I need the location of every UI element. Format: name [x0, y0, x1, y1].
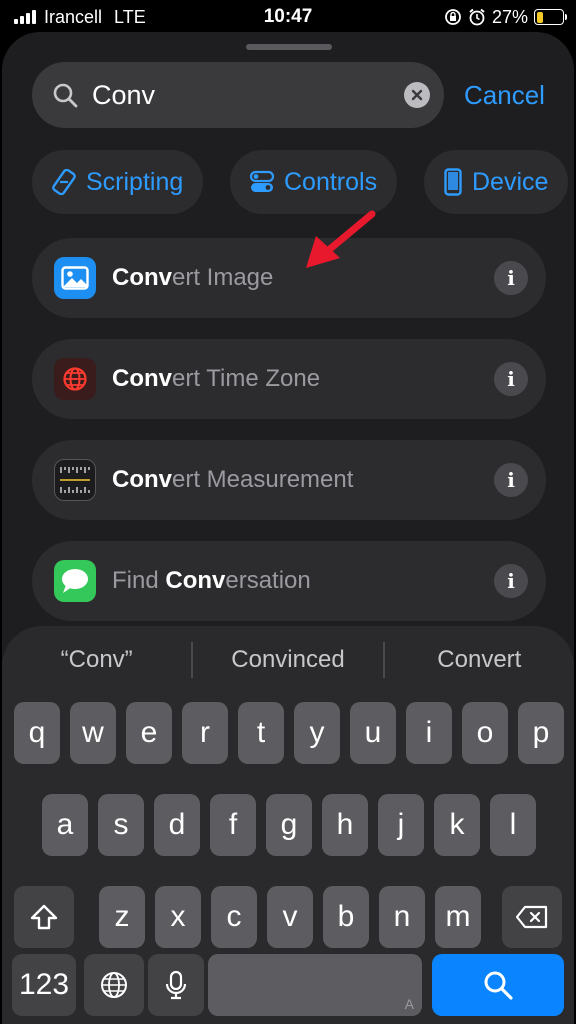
space-key[interactable]: A [208, 954, 422, 1016]
result-find-conversation[interactable]: Find Conversation i [32, 541, 546, 621]
info-button[interactable]: i [494, 564, 528, 598]
delete-key[interactable] [502, 886, 562, 948]
key-p[interactable]: p [518, 702, 564, 764]
key-k[interactable]: k [434, 794, 480, 856]
chip-device[interactable]: Device [424, 150, 569, 214]
key-h[interactable]: h [322, 794, 368, 856]
lock-rotation-icon [444, 8, 462, 26]
status-left: Irancell LTE [14, 7, 146, 28]
key-x[interactable]: x [155, 886, 201, 948]
key-u[interactable]: u [350, 702, 396, 764]
key-w[interactable]: w [70, 702, 116, 764]
search-input[interactable]: Conv [92, 80, 404, 111]
microphone-icon [165, 970, 187, 1000]
key-f[interactable]: f [210, 794, 256, 856]
backspace-icon [515, 905, 548, 929]
search-field[interactable]: Conv [32, 62, 444, 128]
suggestion-item[interactable]: “Conv” [2, 646, 191, 674]
search-key[interactable] [432, 954, 564, 1016]
key-l[interactable]: l [490, 794, 536, 856]
device-icon [444, 168, 462, 196]
key-v[interactable]: v [267, 886, 313, 948]
battery-percent: 27% [491, 6, 528, 27]
key-m[interactable]: m [435, 886, 481, 948]
controls-icon [250, 170, 274, 194]
ruler-icon [54, 459, 96, 501]
photo-icon [54, 257, 96, 299]
key-a[interactable]: a [42, 794, 88, 856]
close-icon [411, 89, 423, 101]
network-type: LTE [114, 6, 146, 27]
result-convert-time-zone[interactable]: Convert Time Zone i [32, 339, 546, 419]
suggestion-item[interactable]: Convert [385, 646, 574, 674]
clear-search-button[interactable] [404, 82, 430, 108]
info-button[interactable]: i [494, 362, 528, 396]
numbers-key[interactable]: 123 [12, 954, 76, 1016]
battery-charging-icon [534, 9, 568, 25]
chip-controls[interactable]: Controls [230, 150, 398, 214]
suggestion-item[interactable]: Convinced [193, 646, 382, 674]
key-q[interactable]: q [14, 702, 60, 764]
battery-level [536, 11, 544, 23]
info-button[interactable]: i [494, 261, 528, 295]
key-b[interactable]: b [323, 886, 369, 948]
chip-device-label: Device [472, 167, 549, 196]
key-z[interactable]: z [99, 886, 145, 948]
key-g[interactable]: g [266, 794, 312, 856]
globe-icon [101, 972, 127, 998]
search-icon [52, 82, 78, 108]
result-title: Find Conversation [112, 567, 311, 594]
key-y[interactable]: y [294, 702, 340, 764]
key-c[interactable]: c [211, 886, 257, 948]
cancel-button[interactable]: Cancel [464, 80, 545, 111]
annotation-arrow-icon [306, 210, 376, 268]
scripting-icon [52, 169, 76, 195]
suggestion-bar: “Conv” Convinced Convert [2, 640, 574, 680]
result-title: Convert Measurement [112, 466, 354, 493]
status-right: 27% [444, 6, 568, 28]
globe-icon [54, 358, 96, 400]
dictation-key[interactable] [148, 954, 204, 1016]
result-convert-image[interactable]: Convert Image i [32, 238, 546, 318]
key-j[interactable]: j [378, 794, 424, 856]
messages-icon [54, 560, 96, 602]
key-o[interactable]: o [462, 702, 508, 764]
result-convert-measurement[interactable]: Convert Measurement i [32, 440, 546, 520]
chip-scripting[interactable]: Scripting [32, 150, 204, 214]
key-s[interactable]: s [98, 794, 144, 856]
chip-scripting-label: Scripting [86, 167, 184, 196]
sheet-grabber[interactable] [246, 44, 332, 50]
status-bar: Irancell LTE 10:47 27% [0, 0, 576, 34]
alarm-icon [468, 8, 486, 26]
info-button[interactable]: i [494, 463, 528, 497]
globe-key[interactable] [84, 954, 144, 1016]
key-d[interactable]: d [154, 794, 200, 856]
space-key-mark: A [404, 996, 414, 1012]
chip-controls-label: Controls [284, 167, 378, 196]
search-icon [484, 971, 513, 1000]
key-r[interactable]: r [182, 702, 228, 764]
result-title: Convert Time Zone [112, 365, 321, 392]
action-search-sheet: Conv Cancel Scripting Controls Device Co… [2, 32, 574, 1024]
key-i[interactable]: i [406, 702, 452, 764]
shift-key[interactable] [14, 886, 74, 948]
signal-bars-icon [14, 10, 36, 24]
carrier-name: Irancell [44, 6, 103, 27]
key-e[interactable]: e [126, 702, 172, 764]
key-t[interactable]: t [238, 702, 284, 764]
shift-icon [30, 904, 58, 930]
key-n[interactable]: n [379, 886, 425, 948]
